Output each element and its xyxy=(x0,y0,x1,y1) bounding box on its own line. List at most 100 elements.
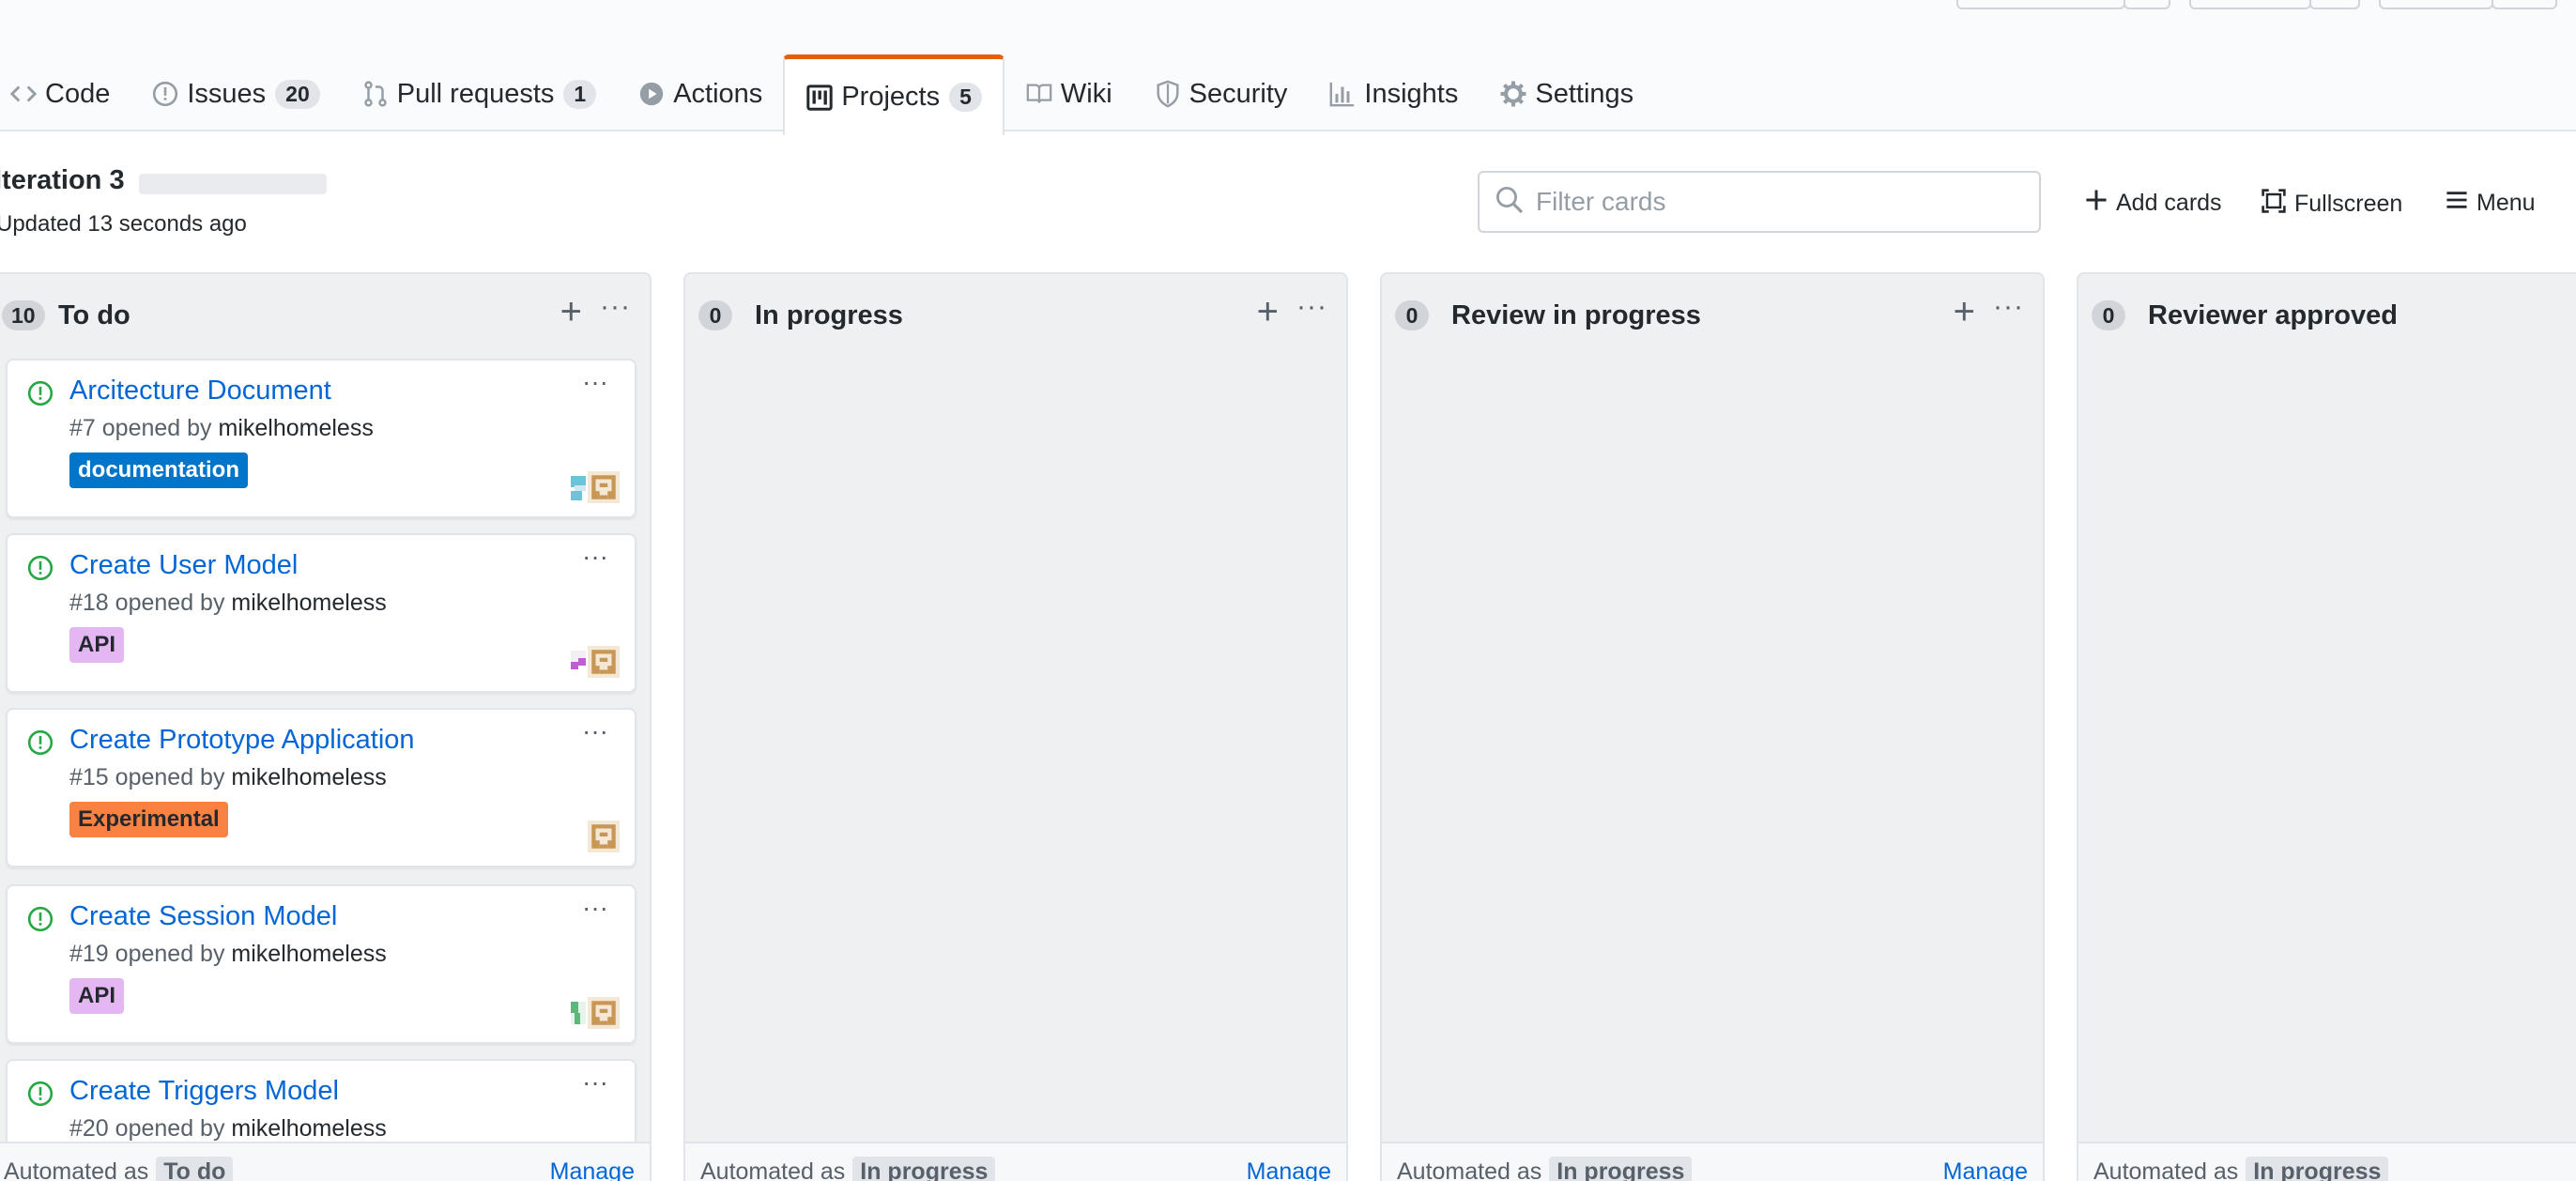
project-header: Iteration 3 Updated 13 seconds ago Add c… xyxy=(0,131,2576,272)
column-name: Reviewer approved xyxy=(2148,300,2398,330)
issue-opened-icon xyxy=(26,379,54,412)
card-menu-button[interactable]: ··· xyxy=(582,543,608,571)
card-menu-button[interactable]: ··· xyxy=(582,717,608,745)
opened-by-text: opened by xyxy=(115,590,225,616)
star-count[interactable] xyxy=(2309,0,2360,9)
tan-avatar[interactable] xyxy=(586,997,620,1029)
add-card-button[interactable]: + xyxy=(1954,293,1975,330)
teal-avatar[interactable] xyxy=(571,471,586,503)
opened-by-text: opened by xyxy=(115,1115,225,1142)
issue-card[interactable]: Create Prototype Application #15 opened … xyxy=(6,708,636,867)
watch-button[interactable] xyxy=(1956,0,2125,9)
add-cards-button[interactable]: Add cards xyxy=(2084,188,2222,219)
issue-icon xyxy=(151,80,179,108)
plus-icon xyxy=(2084,188,2116,219)
column-menu-button[interactable]: ··· xyxy=(1993,291,2024,323)
fullscreen-button[interactable]: Fullscreen xyxy=(2261,188,2402,221)
menu-button[interactable]: Menu xyxy=(2445,188,2536,219)
issue-card[interactable]: Create Session Model #19 opened by mikel… xyxy=(6,884,636,1044)
column-cards: Arcitecture Document #7 opened by mikelh… xyxy=(0,351,650,1143)
tab-actions[interactable]: Actions xyxy=(617,54,783,133)
star-button[interactable] xyxy=(2189,0,2311,9)
issue-title-link[interactable]: Create User Model xyxy=(69,550,298,581)
column-card-count: 0 xyxy=(698,300,732,330)
issue-number: #15 xyxy=(69,764,109,790)
column-footer: Automated as In progress Manage xyxy=(685,1142,1346,1181)
column-footer: Automated as To do Manage xyxy=(0,1142,650,1181)
tan-avatar[interactable] xyxy=(586,646,620,678)
issue-card[interactable]: Create Triggers Model #20 opened by mike… xyxy=(6,1059,636,1143)
column-header: 0 Review in progress + ··· xyxy=(1382,274,2043,349)
manage-automation-link[interactable]: Manage xyxy=(1247,1158,1331,1181)
manage-automation-link[interactable]: Manage xyxy=(550,1158,635,1181)
column-menu-button[interactable]: ··· xyxy=(600,291,631,323)
column-header: 0 In progress + ··· xyxy=(685,274,1346,349)
issue-author-link[interactable]: mikelhomeless xyxy=(231,764,386,790)
tan-avatar[interactable] xyxy=(588,821,620,852)
fullscreen-label: Fullscreen xyxy=(2294,191,2403,217)
issue-card[interactable]: Create User Model #18 opened by mikelhom… xyxy=(6,533,636,693)
column-header: 0 Reviewer approved xyxy=(2078,274,2576,349)
project-updated-time: Updated 13 seconds ago xyxy=(0,211,247,237)
issue-label[interactable]: API xyxy=(69,978,125,1014)
column-card-count: 10 xyxy=(2,300,45,330)
card-menu-button[interactable]: ··· xyxy=(582,894,608,922)
issue-label[interactable]: Experimental xyxy=(69,802,228,837)
issue-author-link[interactable]: mikelhomeless xyxy=(231,590,386,616)
filter-cards-input[interactable] xyxy=(1536,187,2005,217)
card-menu-button[interactable]: ··· xyxy=(582,368,608,396)
issue-author-link[interactable]: mikelhomeless xyxy=(219,415,374,441)
automation-badge: To do xyxy=(156,1156,234,1181)
manage-automation-link[interactable]: Manage xyxy=(1943,1158,2028,1181)
issue-meta: #18 opened by mikelhomeless xyxy=(69,590,387,617)
opened-by-text: opened by xyxy=(101,415,212,441)
card-menu-button[interactable]: ··· xyxy=(582,1068,608,1097)
issue-title-link[interactable]: Create Triggers Model xyxy=(69,1076,339,1107)
green-avatar[interactable] xyxy=(571,997,586,1029)
add-card-button[interactable]: + xyxy=(1257,293,1279,330)
tab-issues[interactable]: Issues 20 xyxy=(130,54,340,133)
issue-label[interactable]: documentation xyxy=(69,452,248,488)
column-menu-button[interactable]: ··· xyxy=(1296,291,1327,323)
fullscreen-icon xyxy=(2261,188,2294,221)
tab-security[interactable]: Security xyxy=(1133,54,1309,133)
fork-count[interactable] xyxy=(2492,0,2557,9)
tab-label: Insights xyxy=(1364,78,1459,109)
tab-pull-requests[interactable]: Pull requests 1 xyxy=(341,54,617,133)
issue-author-link[interactable]: mikelhomeless xyxy=(231,1115,386,1142)
search-icon xyxy=(1495,185,1525,220)
projects-counter: 5 xyxy=(949,83,982,112)
add-card-button[interactable]: + xyxy=(560,293,582,330)
repo-header: Code Issues 20 Pull requests 1 Actions P… xyxy=(0,0,2576,135)
watch-count[interactable] xyxy=(2124,0,2170,9)
project-progress-bar xyxy=(139,174,327,194)
tan-avatar[interactable] xyxy=(586,471,620,503)
tab-label: Actions xyxy=(673,78,763,109)
menu-label: Menu xyxy=(2476,190,2536,216)
project-board: 10 To do + ··· Arcitecture Document #7 o… xyxy=(0,272,2576,1181)
fork-button[interactable] xyxy=(2379,0,2493,9)
issue-title-link[interactable]: Create Session Model xyxy=(69,901,337,932)
tab-projects[interactable]: Projects 5 xyxy=(783,54,1004,135)
tab-code[interactable]: Code xyxy=(0,54,130,133)
issue-title-link[interactable]: Arcitecture Document xyxy=(69,376,331,406)
tab-label: Settings xyxy=(1535,78,1634,109)
project-icon xyxy=(805,84,834,112)
tab-wiki[interactable]: Wiki xyxy=(1004,54,1133,133)
tab-insights[interactable]: Insights xyxy=(1308,54,1479,133)
card-assignees xyxy=(571,646,620,678)
issue-meta: #20 opened by mikelhomeless xyxy=(69,1115,387,1143)
issue-author-link[interactable]: mikelhomeless xyxy=(231,941,386,967)
filter-cards-field[interactable] xyxy=(1478,171,2041,233)
issue-meta: #19 opened by mikelhomeless xyxy=(69,941,387,968)
issue-opened-icon xyxy=(26,1080,54,1112)
tab-settings[interactable]: Settings xyxy=(1479,54,1654,133)
tab-label: Code xyxy=(45,78,111,109)
purple-avatar[interactable] xyxy=(571,646,586,678)
issue-meta: #15 opened by mikelhomeless xyxy=(69,764,387,791)
issue-card[interactable]: Arcitecture Document #7 opened by mikelh… xyxy=(6,359,636,518)
issue-title-link[interactable]: Create Prototype Application xyxy=(69,725,415,756)
issue-label[interactable]: API xyxy=(69,627,125,663)
issue-opened-icon xyxy=(26,905,54,938)
column-review-in-progress: 0 Review in progress + ··· Automated as … xyxy=(1380,272,2045,1181)
